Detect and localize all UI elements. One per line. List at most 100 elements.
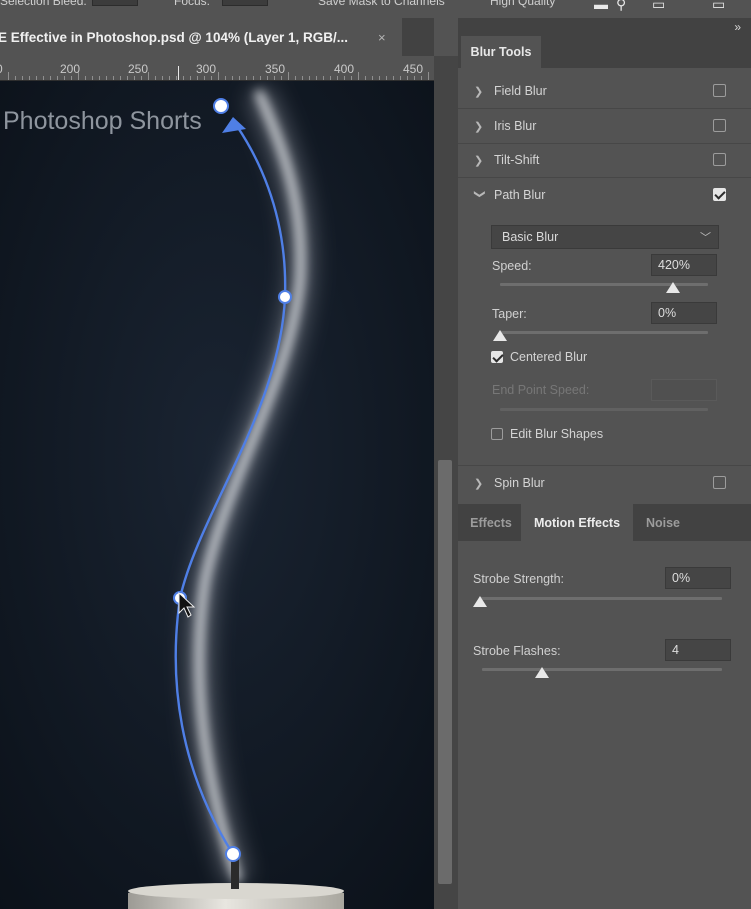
taper-slider[interactable] — [500, 331, 708, 334]
spin-blur-checkbox[interactable] — [713, 476, 726, 489]
ruler-tick — [71, 76, 72, 80]
edit-blur-shapes-checkbox[interactable] — [491, 428, 503, 440]
ruler-tick — [78, 72, 79, 80]
scrollbar-thumb[interactable] — [438, 460, 452, 884]
focus-label: Focus: — [174, 0, 211, 8]
strobe-flashes-slider-thumb[interactable] — [535, 667, 549, 678]
ruler-label: 300 — [196, 62, 217, 76]
selection-bleed-label: Selection Bleed: — [0, 0, 87, 8]
save-mask-label[interactable]: Save Mask to Channels — [318, 0, 445, 8]
close-icon[interactable]: × — [378, 30, 386, 45]
ruler-tick — [176, 76, 177, 80]
ruler-tick — [288, 72, 289, 80]
canvas-artwork — [0, 81, 434, 909]
ruler-tick — [372, 76, 373, 80]
ruler-tick — [106, 76, 107, 80]
path-start-handle[interactable] — [225, 846, 241, 862]
strobe-flashes-field[interactable]: 4 — [665, 639, 731, 661]
tilt-shift-checkbox[interactable] — [713, 153, 726, 166]
edit-blur-shapes-option[interactable]: Edit Blur Shapes — [491, 427, 603, 441]
field-blur-checkbox[interactable] — [713, 84, 726, 97]
centered-blur-label: Centered Blur — [510, 350, 588, 364]
document-tab[interactable]: E Effective in Photoshop.psd @ 104% (Lay… — [0, 18, 402, 56]
blur-tool-path-blur[interactable]: ❯ Path Blur — [458, 178, 751, 212]
ruler-tick — [92, 76, 93, 80]
focus-field[interactable] — [222, 0, 268, 6]
watermark-text: Photoshop Shorts — [3, 107, 202, 135]
strobe-strength-field[interactable]: 0% — [665, 567, 731, 589]
search-icon[interactable]: ⚲ — [616, 0, 626, 13]
effects-tab-bar: Effects Motion Effects Noise — [458, 504, 751, 541]
ruler-tick — [120, 76, 121, 80]
chevron-down-icon: ﹀ — [700, 232, 711, 244]
ruler-tick — [190, 76, 191, 80]
blur-gallery-panel: » Blur Tools ❯ Field Blur ❯ Iris Blur ❯ … — [458, 18, 751, 909]
ruler-tick — [15, 76, 16, 80]
tab-effects[interactable]: Effects — [461, 504, 521, 541]
ruler-tick — [162, 76, 163, 80]
ruler-tick — [218, 72, 219, 80]
ruler-tick — [183, 76, 184, 80]
ruler-tick — [239, 76, 240, 80]
ruler-tick — [295, 76, 296, 80]
ruler-tick — [148, 72, 149, 80]
taper-slider-thumb[interactable] — [493, 330, 507, 341]
blur-tool-label: Spin Blur — [494, 476, 545, 490]
panel-header: » Blur Tools — [458, 18, 751, 68]
vertical-scrollbar[interactable] — [434, 56, 458, 909]
ruler-tick — [365, 76, 366, 80]
strobe-strength-slider[interactable] — [480, 597, 722, 600]
path-curve-handle[interactable] — [278, 290, 292, 304]
blur-tool-tilt-shift[interactable]: ❯ Tilt-Shift — [458, 143, 751, 178]
ruler-tick — [400, 76, 401, 80]
share-icon[interactable]: ▭ — [712, 0, 725, 13]
strobe-flashes-slider[interactable] — [482, 668, 722, 671]
taper-label: Taper: — [492, 307, 527, 321]
blur-tool-iris-blur[interactable]: ❯ Iris Blur — [458, 109, 751, 144]
blur-tool-label: Iris Blur — [494, 119, 537, 133]
tab-blur-tools[interactable]: Blur Tools — [461, 36, 541, 68]
selection-bleed-field[interactable] — [92, 0, 138, 6]
ruler-tick — [197, 76, 198, 80]
document-canvas[interactable]: Photoshop Shorts — [0, 81, 434, 909]
high-quality-label[interactable]: High Quality — [490, 0, 555, 8]
workspace-icon[interactable]: ▭ — [652, 0, 665, 13]
ruler-tick — [8, 72, 9, 80]
ruler-tick — [113, 76, 114, 80]
strobe-strength-slider-thumb[interactable] — [473, 596, 487, 607]
ruler-tick — [421, 76, 422, 80]
collapse-panel-icon[interactable]: » — [734, 20, 741, 34]
ruler-tick — [141, 76, 142, 80]
tab-noise[interactable]: Noise — [633, 504, 693, 541]
blur-tool-field-blur[interactable]: ❯ Field Blur — [458, 74, 751, 109]
blur-mode-dropdown[interactable]: Basic Blur ﹀ — [491, 225, 719, 249]
chevron-right-icon: ❯ — [474, 154, 484, 167]
options-bar: Selection Bleed: Focus: Save Mask to Cha… — [0, 0, 751, 18]
end-point-speed-slider — [500, 408, 708, 411]
centered-blur-option[interactable]: Centered Blur — [491, 350, 587, 364]
iris-blur-checkbox[interactable] — [713, 119, 726, 132]
strobe-flashes-label: Strobe Flashes: — [473, 644, 561, 658]
speed-slider-thumb[interactable] — [665, 282, 680, 293]
taper-field[interactable]: 0% — [651, 302, 717, 324]
blur-tool-spin-blur[interactable]: ❯ Spin Blur — [458, 465, 751, 500]
ruler-tick — [337, 76, 338, 80]
ruler-tick — [302, 76, 303, 80]
ruler-tick — [386, 76, 387, 80]
ruler-tick — [85, 76, 86, 80]
tab-motion-effects[interactable]: Motion Effects — [521, 504, 633, 541]
speed-field[interactable]: 420% — [651, 254, 717, 276]
ruler-tick — [36, 76, 37, 80]
ruler-label: 400 — [334, 62, 355, 76]
ruler-tick — [344, 76, 345, 80]
speed-label: Speed: — [492, 259, 532, 273]
path-end-handle[interactable] — [213, 98, 229, 114]
ruler-tick — [407, 76, 408, 80]
edit-blur-shapes-label: Edit Blur Shapes — [510, 427, 604, 441]
end-point-speed-field — [651, 379, 717, 401]
path-blur-checkbox[interactable] — [713, 188, 726, 201]
ruler-label: 250 — [128, 62, 149, 76]
ruler-tick — [260, 76, 261, 80]
trash-icon[interactable]: ▬ — [594, 0, 608, 12]
centered-blur-checkbox[interactable] — [491, 351, 503, 363]
